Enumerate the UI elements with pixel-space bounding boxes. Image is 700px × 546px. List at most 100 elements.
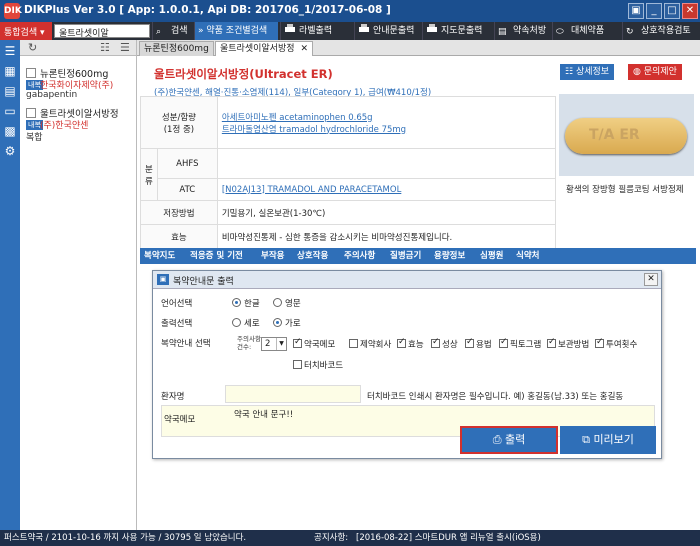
ahfs-label: AHFS (156, 148, 218, 179)
drug-search-input[interactable]: 울트라셋이알 (54, 24, 150, 39)
window-title: DIKPlus Ver 3.0 [ App: 1.0.0.1, Api DB: … (24, 4, 391, 16)
caution-count-label: 주의사항 건수: (237, 335, 261, 351)
orientation-portrait-radio[interactable]: 세로 (232, 317, 260, 329)
check-storage[interactable]: 보관방법 (547, 337, 589, 350)
language-korean-radio[interactable]: 한글 (232, 297, 260, 309)
checkbox-box (595, 337, 604, 348)
refresh-icon[interactable]: ↻ (28, 41, 37, 54)
alternative-drug-button[interactable]: ⬭ 대체약품 (552, 22, 620, 40)
tab-contraindications[interactable]: 질병금기 (390, 248, 421, 264)
radio-label: 가로 (285, 319, 301, 329)
ingredient-link[interactable]: 트라마돌염산염 tramadol hydrochloride 75mg (222, 123, 551, 135)
item-ingredient: 복합 (26, 133, 43, 143)
close-button[interactable]: ✕ (682, 3, 698, 19)
ingredient-sublabel: (1정 중) (163, 124, 195, 135)
search-type-dropdown[interactable]: 통합검색 ▾ (0, 22, 52, 40)
tab-interactions[interactable]: 상호작용 (297, 248, 328, 264)
instruction-print-button[interactable]: 지도문출력 (422, 22, 492, 40)
document-icon[interactable]: ▤ (2, 84, 18, 98)
calendar-icon[interactable]: ▦ (2, 64, 18, 78)
tab-dosage[interactable]: 용량정보 (434, 248, 465, 264)
monitor-icon[interactable]: ▭ (2, 104, 18, 118)
detail-info-button[interactable]: ☷ 상세정보 (560, 64, 615, 80)
checkbox-label: 픽토그램 (510, 340, 542, 350)
interaction-check-button[interactable]: ↻ 상호작용검토 (622, 22, 700, 40)
app-logo-icon: DIK (4, 3, 22, 19)
print-button[interactable]: ⎙ 출력 (460, 426, 558, 454)
tab-hira[interactable]: 심평원 (480, 248, 503, 264)
inquiry-button[interactable]: ◍ 문의제안 (628, 64, 682, 80)
restore-mode-button[interactable]: ▣ (628, 3, 644, 19)
patient-name-input[interactable] (225, 385, 361, 403)
document-icon: ▤ (498, 27, 507, 37)
drug-list-panel: ↻ ☷ ☰ 뉴론틴정600mg 내복 한국화이자제약(주) gabapentin… (20, 40, 137, 530)
interaction-check-label: 상호작용검토 (641, 26, 691, 36)
drug-appearance: 황색의 장방형 필름코팅 서방정제 (566, 185, 684, 195)
memo-input[interactable]: 약국 안내 문구!! (234, 408, 293, 420)
radio-dot (232, 318, 241, 327)
sort-icon[interactable]: ☰ (120, 41, 130, 54)
tab-ultracet[interactable]: 울트라셋이알서방정 ✕ (215, 41, 314, 56)
printer-icon (427, 24, 437, 32)
check-frequency[interactable]: 투여횟수 (595, 337, 638, 350)
preview-button[interactable]: ⧉ 미리보기 (560, 426, 656, 454)
close-icon[interactable]: ✕ (301, 44, 309, 54)
list-item[interactable]: 울트라셋이알서방정 내복 (주)한국얀센 복합 (24, 106, 136, 143)
check-appearance[interactable]: 성상 (431, 337, 458, 350)
language-english-radio[interactable]: 영문 (273, 297, 301, 309)
chevron-down-icon: » (198, 26, 204, 36)
patient-label: 환자명 (161, 392, 185, 402)
storage-label: 저장방법 (140, 200, 218, 225)
condition-search-button[interactable]: » 약품 조건별검색 (194, 22, 278, 40)
effect-label: 효능 (140, 224, 218, 249)
chat-icon: ◍ (633, 67, 641, 77)
tab-precautions[interactable]: 주의사항 (344, 248, 375, 264)
item-checkbox[interactable] (26, 108, 36, 118)
guide-print-label: 안내문출력 (373, 26, 415, 36)
checkbox-label: 투여횟수 (606, 340, 638, 350)
drug-tabs: 뉴론틴정600mg 울트라셋이알서방정 ✕ (137, 40, 700, 56)
condition-search-label: 약품 조건별검색 (206, 26, 268, 36)
tab-side-effects[interactable]: 부작용 (261, 248, 284, 264)
item-checkbox[interactable] (26, 68, 36, 78)
label-print-button[interactable]: 라벨출력 (280, 22, 352, 40)
gear-icon[interactable]: ⚙ (2, 144, 18, 158)
list-icon[interactable]: ☷ (100, 41, 110, 54)
checkbox-box (397, 337, 406, 348)
atc-link[interactable]: [N02AJ13] TRAMADOL AND PARACETAMOL (222, 185, 402, 195)
ingredient-link[interactable]: 아세트아미노펜 acetaminophen 0.65g (222, 111, 551, 123)
checkbox-box (465, 337, 474, 348)
dialog-title: 복약안내문 출력 (173, 277, 234, 287)
tab-guidance[interactable]: 복약지도 (144, 248, 175, 264)
orientation-landscape-radio[interactable]: 가로 (273, 317, 301, 329)
notice-text[interactable]: [2016-08-22] 스마트DUR 앱 리뉴얼 출시(iOS용) (356, 530, 541, 546)
promise-prescription-button[interactable]: ▤ 약속처방 (494, 22, 550, 40)
check-touch-barcode[interactable]: 터치바코드 (293, 359, 343, 371)
check-efficacy[interactable]: 효능 (397, 337, 424, 350)
menu-icon[interactable]: ☰ (2, 44, 18, 58)
main-toolbar: 통합검색 ▾ 울트라셋이알 ⌕ 검색 » 약품 조건별검색 라벨출력 안내문출력 … (0, 22, 700, 40)
item-ingredient: gabapentin (26, 90, 78, 100)
tab-indication[interactable]: 적응증 및 기전 (190, 248, 243, 264)
check-pharmacy-memo[interactable]: 약국메모 (293, 337, 335, 350)
print-label: 출력 (505, 433, 526, 446)
tab-neurontin[interactable]: 뉴론틴정600mg (139, 41, 214, 56)
check-pictogram[interactable]: 픽토그램 (499, 337, 542, 350)
tab-label: 울트라셋이알서방정 (220, 44, 295, 54)
dialog-close-button[interactable]: ✕ (644, 273, 658, 286)
item-maker: (주)한국얀센 (40, 121, 89, 131)
guide-print-button[interactable]: 안내문출력 (354, 22, 420, 40)
atc-label: ATC (156, 178, 218, 201)
caution-count-select[interactable]: 2 ▼ (261, 337, 287, 351)
tab-mfds[interactable]: 식약처 (516, 248, 539, 264)
check-manufacturer[interactable]: 제약회사 (349, 338, 391, 350)
minimize-button[interactable]: _ (646, 3, 662, 19)
maximize-button[interactable]: □ (664, 3, 680, 19)
list-item[interactable]: 뉴론틴정600mg 내복 한국화이자제약(주) gabapentin (24, 66, 136, 100)
checkbox-box (293, 337, 302, 348)
check-usage[interactable]: 용법 (465, 337, 492, 350)
qr-code-icon[interactable]: ▩ (2, 124, 18, 138)
storage-value: 기밀용기, 실온보관(1-30℃) (216, 200, 557, 225)
checkbox-label: 터치바코드 (304, 361, 344, 371)
search-button[interactable]: ⌕ 검색 (152, 22, 194, 40)
